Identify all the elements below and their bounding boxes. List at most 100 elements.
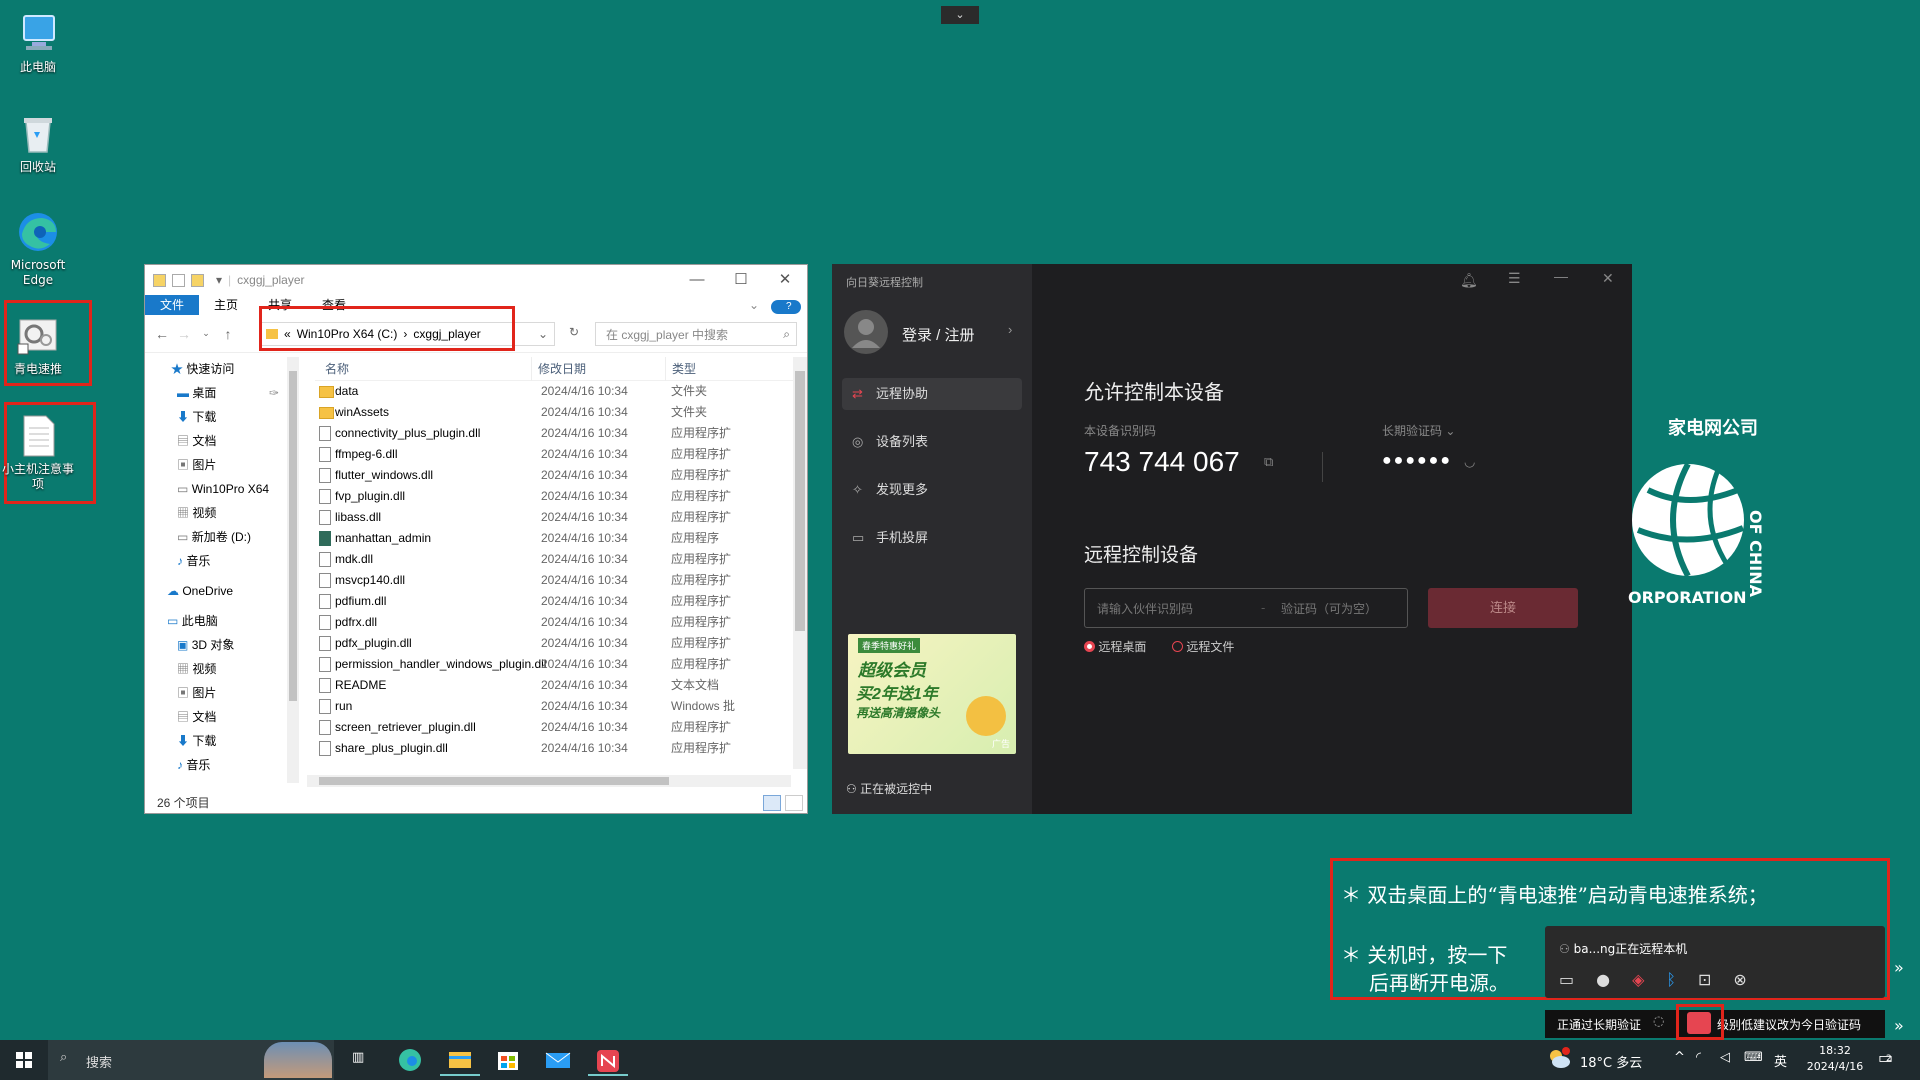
mail-taskbar-icon[interactable]: [538, 1044, 578, 1076]
menu-item-screen-cast[interactable]: ▭ 手机投屏: [842, 522, 1022, 554]
login-register-link[interactable]: 登录 / 注册: [902, 324, 975, 345]
ad-banner[interactable]: 春季特惠好礼 超级会员 买2年送1年 再送高清摄像头 广告: [848, 634, 1016, 754]
nav-scrollbar[interactable]: [287, 357, 299, 783]
refresh-icon[interactable]: ↻: [569, 325, 579, 339]
column-type[interactable]: 类型: [665, 357, 696, 381]
table-row[interactable]: screen_retriever_plugin.dll 2024/4/16 10:…: [315, 717, 805, 738]
search-input[interactable]: 在 cxggj_player 中搜索 ⌕: [595, 322, 797, 346]
desktop-icon-this-pc[interactable]: 此电脑: [0, 8, 76, 75]
details-view-icon[interactable]: [763, 795, 781, 811]
quick-access-dropdown-icon[interactable]: ▾: [216, 273, 222, 287]
large-icons-view-icon[interactable]: [785, 795, 803, 811]
notification-icon[interactable]: ▭ 2: [1878, 1048, 1893, 1067]
up-arrow-icon[interactable]: ↑: [217, 326, 239, 342]
close-button[interactable]: ✕: [1602, 270, 1614, 287]
sunlogin-taskbar-icon[interactable]: [588, 1044, 628, 1076]
weather-icon[interactable]: [1546, 1046, 1572, 1070]
bluetooth-icon[interactable]: ᛒ: [1666, 970, 1676, 989]
nav-item[interactable]: ▭ 新加卷 (D:): [145, 525, 287, 549]
help-icon[interactable]: ?: [765, 295, 807, 315]
minimize-button[interactable]: —: [675, 265, 719, 295]
nav-item-onedrive[interactable]: ☁ OneDrive: [145, 579, 287, 603]
edge-taskbar-icon[interactable]: [390, 1044, 430, 1076]
close-button[interactable]: ✕: [763, 265, 807, 295]
store-taskbar-icon[interactable]: [488, 1044, 528, 1076]
nav-item[interactable]: ▦ 视频: [145, 501, 287, 525]
verification-code-label[interactable]: 长期验证码 ⌄: [1382, 422, 1455, 439]
table-row[interactable]: ffmpeg-6.dll 2024/4/16 10:34 应用程序扩: [315, 444, 805, 465]
back-arrow-icon[interactable]: ←: [151, 326, 173, 342]
table-row[interactable]: connectivity_plus_plugin.dll 2024/4/16 10…: [315, 423, 805, 444]
table-row[interactable]: run 2024/4/16 10:34 Windows 批: [315, 696, 805, 717]
hide-icon[interactable]: ◌: [1653, 1014, 1664, 1029]
ime-indicator[interactable]: 英: [1774, 1051, 1787, 1070]
nav-item[interactable]: ♪ 音乐: [145, 753, 287, 777]
properties-icon[interactable]: [172, 273, 185, 287]
verify-code-input[interactable]: 验证码（可为空）: [1281, 600, 1377, 617]
file-list-scrollbar[interactable]: [793, 357, 807, 769]
network-icon[interactable]: ◜: [1696, 1050, 1701, 1065]
keyboard-icon[interactable]: ⌨: [1744, 1050, 1763, 1065]
table-row[interactable]: mdk.dll 2024/4/16 10:34 应用程序扩: [315, 549, 805, 570]
table-row[interactable]: data 2024/4/16 10:34 文件夹: [315, 381, 805, 402]
table-row[interactable]: share_plus_plugin.dll 2024/4/16 10:34 应用程序…: [315, 738, 805, 759]
table-row[interactable]: README 2024/4/16 10:34 文本文档: [315, 675, 805, 696]
nav-item[interactable]: ▣ 图片: [145, 453, 287, 477]
expand-panel-icon[interactable]: »: [1894, 958, 1904, 977]
menu-item-device-list[interactable]: ◎ 设备列表: [842, 426, 1022, 458]
table-row[interactable]: pdfrx.dll 2024/4/16 10:34 应用程序扩: [315, 612, 805, 633]
nav-item[interactable]: ▤ 文档: [145, 705, 287, 729]
partner-id-input[interactable]: 请输入伙伴识别码 - 验证码（可为空）: [1084, 588, 1408, 628]
nav-item-quick-access[interactable]: ★ 快速访问: [145, 357, 287, 381]
column-name[interactable]: 名称: [325, 357, 349, 381]
copy-icon[interactable]: ⧉: [1264, 454, 1273, 470]
taskbar-search[interactable]: ⌕ 搜索: [48, 1040, 334, 1080]
address-dropdown-icon[interactable]: ⌄: [538, 327, 548, 341]
show-hidden-icons-icon[interactable]: ^: [1674, 1050, 1685, 1065]
top-collapse-chevron[interactable]: ⌄: [941, 6, 979, 24]
desktop-icon-edge[interactable]: Microsoft Edge: [0, 206, 76, 288]
microphone-icon[interactable]: ●: [1596, 970, 1610, 989]
minimize-button[interactable]: —: [1554, 268, 1568, 284]
avatar[interactable]: [844, 310, 888, 354]
horizontal-scrollbar[interactable]: [307, 775, 791, 787]
desktop-icon-qingdian[interactable]: 青电速推: [0, 310, 76, 377]
bell-icon[interactable]: 🔔︎: [1460, 272, 1478, 289]
file-transfer-icon[interactable]: ⊡: [1698, 970, 1711, 989]
nav-item[interactable]: ▦ 视频: [145, 657, 287, 681]
new-folder-icon[interactable]: [191, 273, 204, 287]
table-row[interactable]: flutter_windows.dll 2024/4/16 10:34 应用程序扩: [315, 465, 805, 486]
radio-remote-file[interactable]: 远程文件: [1172, 638, 1234, 655]
nav-item[interactable]: ▭ Win10Pro X64: [145, 477, 287, 501]
radio-remote-desktop[interactable]: 远程桌面: [1084, 638, 1146, 655]
chat-icon[interactable]: ▭: [1559, 970, 1574, 989]
table-row[interactable]: libass.dll 2024/4/16 10:34 应用程序扩: [315, 507, 805, 528]
volume-icon[interactable]: ◁: [1720, 1050, 1730, 1065]
table-row[interactable]: manhattan_admin 2024/4/16 10:34 应用程序: [315, 528, 805, 549]
connect-button[interactable]: 连接: [1428, 588, 1578, 628]
file-explorer-taskbar-icon[interactable]: [440, 1044, 480, 1076]
ribbon-expand-icon[interactable]: ⌄: [743, 295, 765, 315]
maximize-button[interactable]: ☐: [719, 265, 763, 295]
expand-status-icon[interactable]: »: [1894, 1016, 1904, 1035]
table-row[interactable]: pdfium.dll 2024/4/16 10:34 应用程序扩: [315, 591, 805, 612]
tab-home[interactable]: 主页: [199, 295, 253, 315]
nav-item[interactable]: ▬ 桌面 ✑: [145, 381, 287, 405]
column-date[interactable]: 修改日期: [531, 357, 586, 381]
menu-icon[interactable]: ☰: [1508, 270, 1521, 287]
chevron-right-icon[interactable]: ›: [1008, 322, 1012, 337]
table-row[interactable]: winAssets 2024/4/16 10:34 文件夹: [315, 402, 805, 423]
hide-eye-icon[interactable]: ◡: [1464, 454, 1475, 470]
nav-item[interactable]: ⬇ 下载: [145, 729, 287, 753]
menu-item-discover[interactable]: ✧ 发现更多: [842, 474, 1022, 506]
nav-item[interactable]: ♪ 音乐: [145, 549, 287, 573]
task-view-icon[interactable]: ▥: [340, 1044, 380, 1076]
table-row[interactable]: permission_handler_windows_plugin.dll 202…: [315, 654, 805, 675]
table-row[interactable]: fvp_plugin.dll 2024/4/16 10:34 应用程序扩: [315, 486, 805, 507]
clock[interactable]: 18:32 2024/4/16: [1800, 1043, 1870, 1075]
nav-item-this-pc[interactable]: ▭ 此电脑: [145, 609, 287, 633]
menu-item-remote-assist[interactable]: ⇄ 远程协助: [842, 378, 1022, 410]
tab-file[interactable]: 文件: [145, 295, 200, 315]
table-row[interactable]: msvcp140.dll 2024/4/16 10:34 应用程序扩: [315, 570, 805, 591]
shield-icon[interactable]: ◈: [1632, 970, 1644, 989]
